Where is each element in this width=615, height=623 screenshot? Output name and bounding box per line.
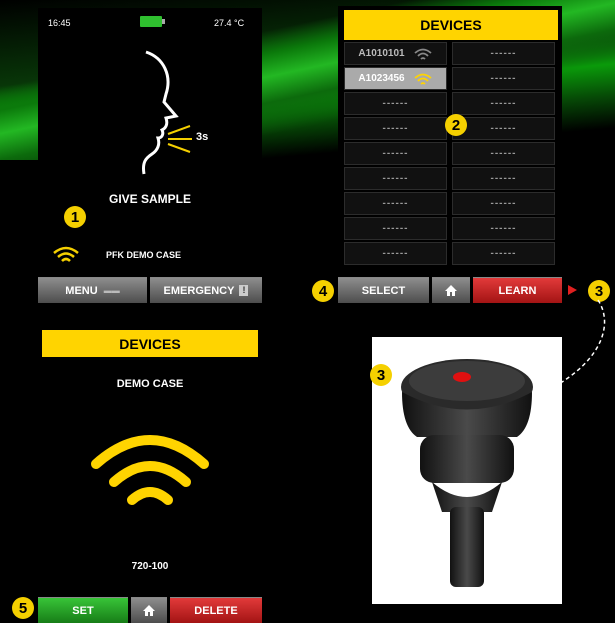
badge-4: 4	[312, 280, 334, 302]
screen-device-detail: DEVICES DEMO CASE 720-100	[38, 318, 262, 596]
menu-button[interactable]: MENU ▬▬	[38, 277, 147, 303]
clock: 16:45	[48, 18, 71, 28]
delete-button[interactable]: DELETE	[170, 597, 262, 623]
arrow-right-icon	[568, 285, 577, 295]
badge-5: 5	[12, 597, 34, 619]
device-cell-left[interactable]: ------	[344, 167, 447, 190]
wireless-signal-icon	[53, 246, 79, 262]
badge-2: 2	[445, 114, 467, 136]
device-cell-right[interactable]: ------	[452, 92, 555, 115]
battery-icon	[140, 16, 166, 27]
screen-devices-list: DEVICES A1010101 ------ A1023456 ------ ----…	[338, 6, 562, 274]
instruction-text: GIVE SAMPLE	[108, 192, 191, 206]
device-cell-left[interactable]: ------	[344, 92, 447, 115]
home-button-2[interactable]	[131, 597, 167, 623]
home-icon	[143, 605, 155, 616]
set-button[interactable]: SET	[38, 597, 128, 623]
home-button[interactable]	[432, 277, 470, 303]
device-cell-left[interactable]: A1010101	[344, 42, 447, 65]
device-cell-left[interactable]: ------	[344, 192, 447, 215]
device-cell-right[interactable]: ------	[452, 117, 555, 140]
badge-1: 1	[64, 206, 86, 228]
temperature: 27.4 °C	[214, 18, 245, 28]
device-cell-left[interactable]: A1023456	[344, 67, 447, 90]
badge-3-photo: 3	[370, 364, 392, 386]
breathalyzer-mouthpiece-image	[401, 359, 533, 587]
device-case-name: DEMO CASE	[116, 378, 184, 390]
device-id: 720-100	[131, 561, 169, 572]
device-cell-right[interactable]: ------	[452, 42, 555, 65]
devices-title: DEVICES	[344, 10, 558, 40]
devices-title-2: DEVICES	[42, 330, 258, 357]
device-cell-left[interactable]: ------	[344, 117, 447, 140]
device-cell-right[interactable]: ------	[452, 242, 555, 265]
device-cell-right[interactable]: ------	[452, 167, 555, 190]
home-icon	[445, 285, 457, 296]
device-name: PFK DEMO CASE	[106, 250, 182, 260]
device-cell-right[interactable]: ------	[452, 192, 555, 215]
device-cell-left[interactable]: ------	[344, 217, 447, 240]
select-button[interactable]: SELECT	[338, 277, 429, 303]
timer-label: 3s	[196, 131, 209, 143]
alert-icon: !	[239, 285, 249, 296]
device-cell-left[interactable]: ------	[344, 242, 447, 265]
device-cell-right[interactable]: ------	[452, 142, 555, 165]
device-cell-left[interactable]: ------	[344, 142, 447, 165]
screen-give-sample: 16:45 27.4 °C 3s GIVE SAMPLE 1 PFK DEMO …	[38, 8, 262, 302]
signal-icon	[413, 48, 432, 60]
signal-icon	[413, 73, 432, 85]
device-cell-right[interactable]: ------	[452, 217, 555, 240]
emergency-button[interactable]: EMERGENCY !	[150, 277, 262, 303]
device-photo	[372, 337, 562, 604]
face-profile-icon	[142, 50, 192, 175]
large-wireless-signal-icon	[91, 435, 209, 505]
menu-icon: ▬▬	[103, 286, 120, 295]
device-cell-right[interactable]: ------	[452, 67, 555, 90]
